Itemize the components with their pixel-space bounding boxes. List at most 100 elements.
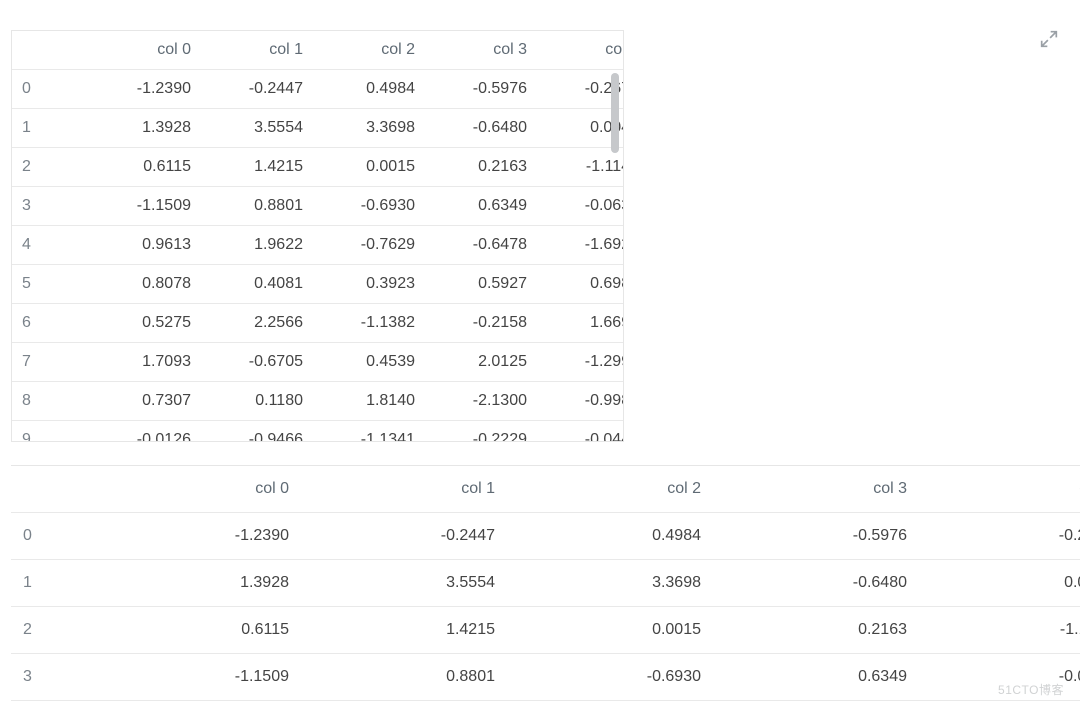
row-index: 7 bbox=[12, 343, 87, 382]
cell-value: -0.5976 bbox=[713, 513, 919, 560]
col-header: col 0 bbox=[95, 466, 301, 513]
cell-value: 0.2163 bbox=[713, 607, 919, 654]
cell-value: -0.6480 bbox=[713, 560, 919, 607]
cell-value: 0.4539 bbox=[311, 343, 423, 382]
col-header: col 2 bbox=[311, 31, 423, 70]
table-row: 80.73070.11801.8140-2.1300-0.9981 bbox=[12, 382, 624, 421]
cell-value: 0.4081 bbox=[199, 265, 311, 304]
row-index: 3 bbox=[12, 187, 87, 226]
col-header: col 0 bbox=[87, 31, 199, 70]
table-row: 3-1.15090.8801-0.69300.6349-0.0633 bbox=[11, 654, 1080, 701]
col-header: col 3 bbox=[423, 31, 535, 70]
cell-value: 3.5554 bbox=[199, 109, 311, 148]
col-header: col 2 bbox=[507, 466, 713, 513]
table-row: 20.61151.42150.00150.2163-1.1140 bbox=[11, 607, 1080, 654]
cell-value: -0.2447 bbox=[199, 70, 311, 109]
cell-value: -0.6480 bbox=[423, 109, 535, 148]
watermark-text: 51CTO博客 bbox=[998, 681, 1064, 698]
table-row: 9-0.0126-0.9466-1.1341-0.2229-0.0445 bbox=[12, 421, 624, 443]
cell-value: 1.8140 bbox=[311, 382, 423, 421]
cell-value: 0.6115 bbox=[87, 148, 199, 187]
cell-value: 0.0015 bbox=[311, 148, 423, 187]
cell-value: 0.5927 bbox=[423, 265, 535, 304]
table-row: 11.39283.55543.3698-0.64800.0045 bbox=[12, 109, 624, 148]
row-index: 2 bbox=[11, 607, 95, 654]
cell-value: 1.6693 bbox=[535, 304, 624, 343]
cell-value: -0.6930 bbox=[507, 654, 713, 701]
cell-value: 0.2163 bbox=[423, 148, 535, 187]
cell-value: -1.6928 bbox=[535, 226, 624, 265]
cell-value: 2.2566 bbox=[199, 304, 311, 343]
row-index: 4 bbox=[12, 226, 87, 265]
cell-value: 0.6349 bbox=[713, 654, 919, 701]
table-row: 71.7093-0.67050.45392.0125-1.2991 bbox=[12, 343, 624, 382]
cell-value: 0.6984 bbox=[535, 265, 624, 304]
col-header: col 4 bbox=[535, 31, 624, 70]
cell-value: 0.8078 bbox=[87, 265, 199, 304]
cell-value: 1.7093 bbox=[87, 343, 199, 382]
cell-value: -1.1341 bbox=[311, 421, 423, 443]
cell-value: 0.5275 bbox=[87, 304, 199, 343]
table-row: 11.39283.55543.3698-0.64800.0045 bbox=[11, 560, 1080, 607]
cell-value: -1.2390 bbox=[87, 70, 199, 109]
cell-value: -2.1300 bbox=[423, 382, 535, 421]
cell-value: 0.6349 bbox=[423, 187, 535, 226]
cell-value: 0.0045 bbox=[919, 560, 1080, 607]
dataframe-table-1[interactable]: col 0 col 1 col 2 col 3 col 4 0-1.2390-0… bbox=[11, 30, 624, 442]
cell-value: -1.1509 bbox=[87, 187, 199, 226]
cell-value: -0.0445 bbox=[535, 421, 624, 443]
cell-value: -1.1140 bbox=[535, 148, 624, 187]
cell-value: 0.8801 bbox=[301, 654, 507, 701]
cell-value: 0.4984 bbox=[507, 513, 713, 560]
table-row: 50.80780.40810.39230.59270.6984 bbox=[12, 265, 624, 304]
cell-value: 0.7307 bbox=[87, 382, 199, 421]
cell-value: -0.6930 bbox=[311, 187, 423, 226]
cell-value: -1.1140 bbox=[919, 607, 1080, 654]
cell-value: 0.4984 bbox=[311, 70, 423, 109]
table-row: 0-1.2390-0.24470.4984-0.5976-0.2671 bbox=[11, 513, 1080, 560]
index-header bbox=[11, 466, 95, 513]
row-index: 3 bbox=[11, 654, 95, 701]
row-index: 9 bbox=[12, 421, 87, 443]
col-header: col 3 bbox=[713, 466, 919, 513]
cell-value: -0.6478 bbox=[423, 226, 535, 265]
cell-value: 1.3928 bbox=[95, 560, 301, 607]
row-index: 8 bbox=[12, 382, 87, 421]
expand-icon[interactable] bbox=[1040, 30, 1058, 48]
cell-value: 0.1180 bbox=[199, 382, 311, 421]
cell-value: 0.3923 bbox=[311, 265, 423, 304]
table-header-row: col 0 col 1 col 2 col 3 col 4 bbox=[11, 466, 1080, 513]
cell-value: 0.8801 bbox=[199, 187, 311, 226]
table-row: 60.52752.2566-1.1382-0.21581.6693 bbox=[12, 304, 624, 343]
table-row: 20.61151.42150.00150.2163-1.1140 bbox=[12, 148, 624, 187]
dataframe-table-2[interactable]: col 0 col 1 col 2 col 3 col 4 0-1.2390-0… bbox=[11, 465, 1043, 701]
cell-value: -0.2447 bbox=[301, 513, 507, 560]
row-index: 0 bbox=[11, 513, 95, 560]
cell-value: -0.5976 bbox=[423, 70, 535, 109]
cell-value: -0.9466 bbox=[199, 421, 311, 443]
cell-value: -1.1382 bbox=[311, 304, 423, 343]
cell-value: 0.9613 bbox=[87, 226, 199, 265]
cell-value: 3.3698 bbox=[311, 109, 423, 148]
row-index: 1 bbox=[11, 560, 95, 607]
table-header-row: col 0 col 1 col 2 col 3 col 4 bbox=[12, 31, 624, 70]
cell-value: 3.5554 bbox=[301, 560, 507, 607]
cell-value: 1.9622 bbox=[199, 226, 311, 265]
cell-value: -0.2158 bbox=[423, 304, 535, 343]
cell-value: 2.0125 bbox=[423, 343, 535, 382]
cell-value: 1.4215 bbox=[199, 148, 311, 187]
row-index: 0 bbox=[12, 70, 87, 109]
cell-value: -1.2991 bbox=[535, 343, 624, 382]
cell-value: -0.0126 bbox=[87, 421, 199, 443]
row-index: 5 bbox=[12, 265, 87, 304]
cell-value: 3.3698 bbox=[507, 560, 713, 607]
cell-value: 0.6115 bbox=[95, 607, 301, 654]
table-row: 3-1.15090.8801-0.69300.6349-0.0633 bbox=[12, 187, 624, 226]
col-header: col 4 bbox=[919, 466, 1080, 513]
cell-value: -0.0633 bbox=[535, 187, 624, 226]
row-index: 1 bbox=[12, 109, 87, 148]
cell-value: -0.2229 bbox=[423, 421, 535, 443]
vertical-scrollbar[interactable] bbox=[611, 73, 619, 153]
row-index: 6 bbox=[12, 304, 87, 343]
cell-value: -0.2671 bbox=[919, 513, 1080, 560]
